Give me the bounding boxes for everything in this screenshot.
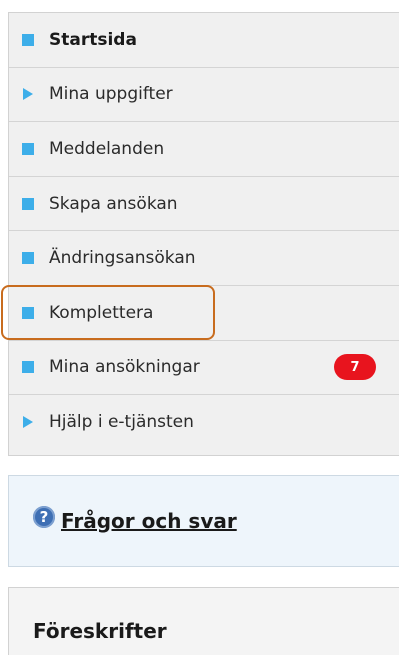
nav-item-label: Mina uppgifter bbox=[49, 84, 173, 105]
square-bullet-icon bbox=[22, 197, 34, 210]
nav-item-skapa-ansokan[interactable]: Skapa ansökan bbox=[9, 177, 399, 232]
nav-item-startsida[interactable]: Startsida bbox=[9, 13, 399, 68]
rules-box: Föreskrifter bbox=[8, 587, 399, 655]
nav-item-meddelanden[interactable]: Meddelanden bbox=[9, 122, 399, 177]
count-badge: 7 bbox=[334, 354, 376, 381]
square-bullet-icon bbox=[22, 361, 34, 374]
help-question-icon: ? bbox=[33, 506, 55, 528]
nav-item-label: Mina ansökningar bbox=[49, 357, 200, 378]
nav-item-label: Skapa ansökan bbox=[49, 193, 178, 214]
square-bullet-icon bbox=[22, 306, 34, 319]
nav-item-label: Ändringsansökan bbox=[49, 248, 196, 269]
nav-item-label: Startsida bbox=[49, 29, 137, 50]
nav-item-andringsansokan[interactable]: Ändringsansökan bbox=[9, 231, 399, 286]
rules-title: Föreskrifter bbox=[33, 619, 167, 643]
nav-item-label: Meddelanden bbox=[49, 138, 165, 159]
nav-item-komplettera[interactable]: Komplettera bbox=[9, 286, 399, 341]
nav-item-label: Komplettera bbox=[49, 302, 154, 323]
triangle-arrow-icon bbox=[23, 416, 33, 429]
faq-link[interactable]: Frågor och svar bbox=[61, 509, 237, 533]
square-bullet-icon bbox=[22, 142, 34, 155]
triangle-arrow-icon bbox=[23, 88, 33, 101]
nav-item-mina-uppgifter[interactable]: Mina uppgifter bbox=[9, 68, 399, 123]
nav-item-label: Hjälp i e-tjänsten bbox=[49, 412, 194, 433]
side-nav-panel: Startsida Mina uppgifter Meddelanden Ska… bbox=[8, 12, 399, 456]
faq-box: ? Frågor och svar bbox=[8, 475, 399, 567]
square-bullet-icon bbox=[22, 33, 34, 46]
nav-item-hjalp[interactable]: Hjälp i e-tjänsten bbox=[9, 395, 399, 450]
square-bullet-icon bbox=[22, 252, 34, 265]
nav-item-mina-ansokningar[interactable]: Mina ansökningar 7 bbox=[9, 341, 399, 396]
